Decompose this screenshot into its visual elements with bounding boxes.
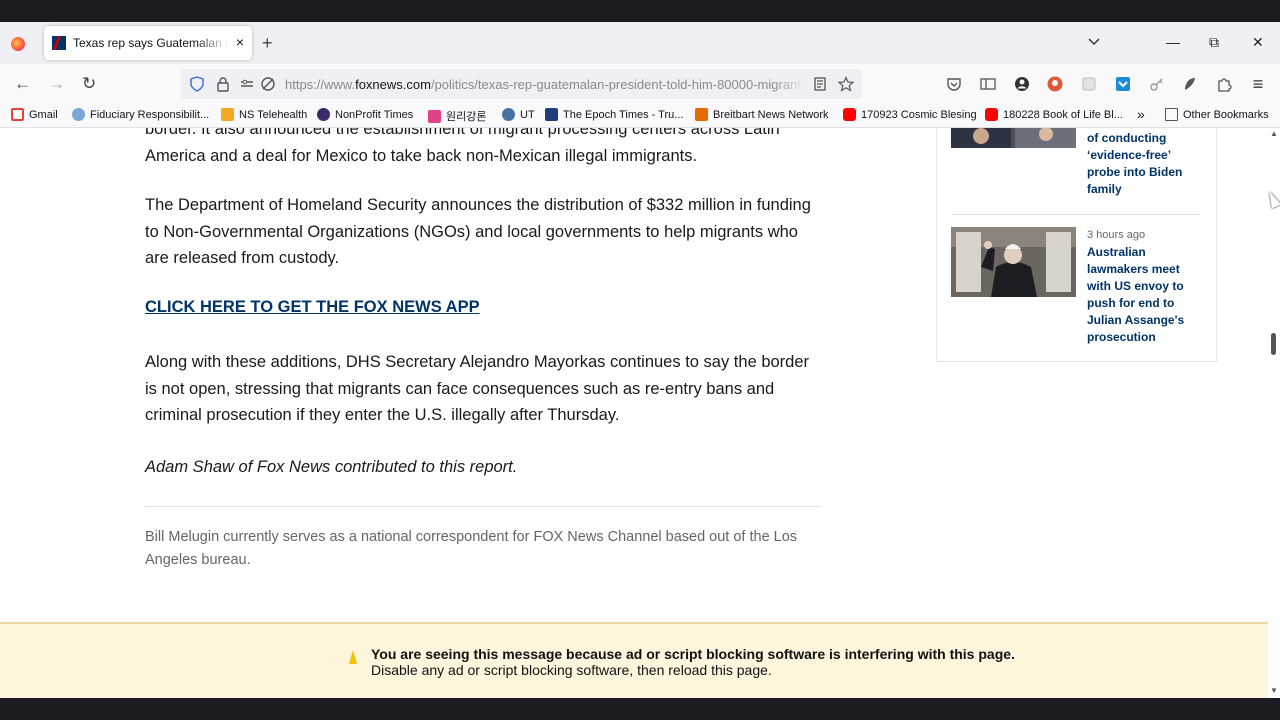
bookmark-star-icon[interactable] xyxy=(838,76,854,92)
sidebar-toggle-icon[interactable] xyxy=(979,75,997,93)
story-separator xyxy=(951,214,1201,215)
scroll-down-arrow-icon[interactable]: ▼ xyxy=(1270,686,1278,695)
bookmark-breitbart[interactable]: Breitbart News Network xyxy=(695,108,829,121)
url-bar[interactable]: https://www.foxnews.com/politics/texas-r… xyxy=(181,69,862,99)
wordpress-icon xyxy=(502,108,515,121)
story-title-2[interactable]: Australian lawmakers meet with US envoy … xyxy=(1087,244,1199,346)
feather-extension-icon[interactable] xyxy=(1181,75,1199,93)
key-extension-icon[interactable] xyxy=(1148,75,1166,93)
list-all-tabs-icon[interactable] xyxy=(1087,34,1101,48)
gmail-icon xyxy=(11,108,24,121)
pocket-icon[interactable] xyxy=(945,75,963,93)
bookmarks-toolbar: Gmail Fiduciary Responsibilit... NS Tele… xyxy=(0,104,1280,128)
fox-news-app-link[interactable]: CLICK HERE TO GET THE FOX NEWS APP xyxy=(145,298,480,317)
story-thumbnail-1[interactable] xyxy=(951,128,1076,148)
contributor-note: Adam Shaw of Fox News contributed to thi… xyxy=(145,458,518,476)
tab-title: Texas rep says Guatemalan president told… xyxy=(73,36,228,50)
autoplay-blocked-icon[interactable] xyxy=(260,76,276,92)
restore-button[interactable]: ⧉ xyxy=(1209,34,1219,50)
other-bookmarks-folder[interactable]: Other Bookmarks xyxy=(1165,108,1269,121)
firefox-logo-icon[interactable] xyxy=(11,37,25,51)
bookmark-nonprofit-times[interactable]: NonProfit Times xyxy=(317,108,413,121)
duckduckgo-extension-icon[interactable] xyxy=(1046,75,1064,93)
window-close-button[interactable]: ✕ xyxy=(1252,34,1264,50)
bookmark-cosmic-blesing[interactable]: 170923 Cosmic Blesing xyxy=(843,108,977,121)
reader-view-icon[interactable] xyxy=(812,76,828,92)
youtube-icon xyxy=(985,108,998,121)
nonprofit-times-icon xyxy=(317,108,330,121)
epoch-times-icon xyxy=(545,108,558,121)
folder-icon xyxy=(1165,108,1178,121)
tab-strip: Texas rep says Guatemalan president told… xyxy=(0,22,1280,64)
bookmarks-overflow-chevron-icon[interactable]: » xyxy=(1137,106,1145,122)
adblock-notice-headline: You are seeing this message because ad o… xyxy=(371,646,1015,662)
app-menu-icon[interactable]: ≡ xyxy=(1249,75,1267,93)
article-paragraph-mayorkas: Along with these additions, DHS Secretar… xyxy=(145,353,810,424)
back-button[interactable]: ← xyxy=(14,74,31,94)
bookmark-korean[interactable]: 원리강론 xyxy=(428,108,486,124)
os-top-bar xyxy=(0,0,1280,22)
article-paragraph-partial: border. It also announced the establishm… xyxy=(145,128,780,165)
web-page: border. It also announced the establishm… xyxy=(0,128,1268,698)
permissions-icon[interactable] xyxy=(239,76,255,92)
new-tab-button[interactable]: + xyxy=(262,33,273,53)
warning-icon xyxy=(349,650,357,664)
bookmark-ns-telehealth[interactable]: NS Telehealth xyxy=(221,108,307,121)
story-thumbnail-2[interactable] xyxy=(951,227,1076,297)
story-title-1[interactable]: of conducting ‘evidence-free’ probe into… xyxy=(1087,130,1199,198)
scroll-up-arrow-icon[interactable]: ▲ xyxy=(1270,129,1278,138)
tab-active[interactable]: Texas rep says Guatemalan president told… xyxy=(44,26,252,60)
bookmark-epoch-times[interactable]: The Epoch Times - Tru... xyxy=(545,108,683,121)
adblock-notice-banner: You are seeing this message because ad o… xyxy=(0,622,1268,698)
url-text[interactable]: https://www.foxnews.com/politics/texas-r… xyxy=(285,77,805,92)
extension-grey-icon[interactable] xyxy=(1080,75,1098,93)
author-bio: Bill Melugin currently serves as a natio… xyxy=(145,529,798,568)
ns-telehealth-icon xyxy=(221,108,234,121)
article-paragraph-dhs: The Department of Homeland Security anno… xyxy=(145,196,811,267)
scrollbar-thumb[interactable] xyxy=(1271,333,1276,355)
minimize-button[interactable]: — xyxy=(1166,34,1180,50)
os-bottom-bar xyxy=(0,698,1280,720)
reload-button[interactable]: ↻ xyxy=(82,74,96,94)
extensions-puzzle-icon[interactable] xyxy=(1215,75,1233,93)
bookmark-fiduciary[interactable]: Fiduciary Responsibilit... xyxy=(72,108,209,121)
youtube-icon xyxy=(843,108,856,121)
page-scrollbar[interactable]: ▲ ▼ xyxy=(1268,128,1280,698)
foxnews-favicon-icon xyxy=(52,36,66,50)
bookmark-ut[interactable]: UT xyxy=(502,108,535,121)
korean-site-icon xyxy=(428,109,441,123)
breitbart-icon xyxy=(695,108,708,121)
lock-icon[interactable] xyxy=(215,76,231,92)
tracking-protection-shield-icon[interactable] xyxy=(189,76,205,92)
account-icon[interactable] xyxy=(1013,75,1031,93)
fiduciary-icon xyxy=(72,108,85,121)
story-time-2: 3 hours ago xyxy=(1087,229,1146,241)
bookmark-book-of-life[interactable]: 180228 Book of Life Bl... xyxy=(985,108,1123,121)
forward-button[interactable]: → xyxy=(48,74,65,94)
navigation-toolbar: ← → ↻ https://www.foxnews.com/politics/t… xyxy=(0,64,1280,104)
article-divider xyxy=(145,506,821,507)
shield-extension-icon[interactable] xyxy=(1114,75,1132,93)
adblock-notice-instruction: Disable any ad or script blocking softwa… xyxy=(371,662,772,678)
tab-close-icon[interactable]: × xyxy=(236,34,244,50)
bookmark-gmail[interactable]: Gmail xyxy=(11,108,58,121)
